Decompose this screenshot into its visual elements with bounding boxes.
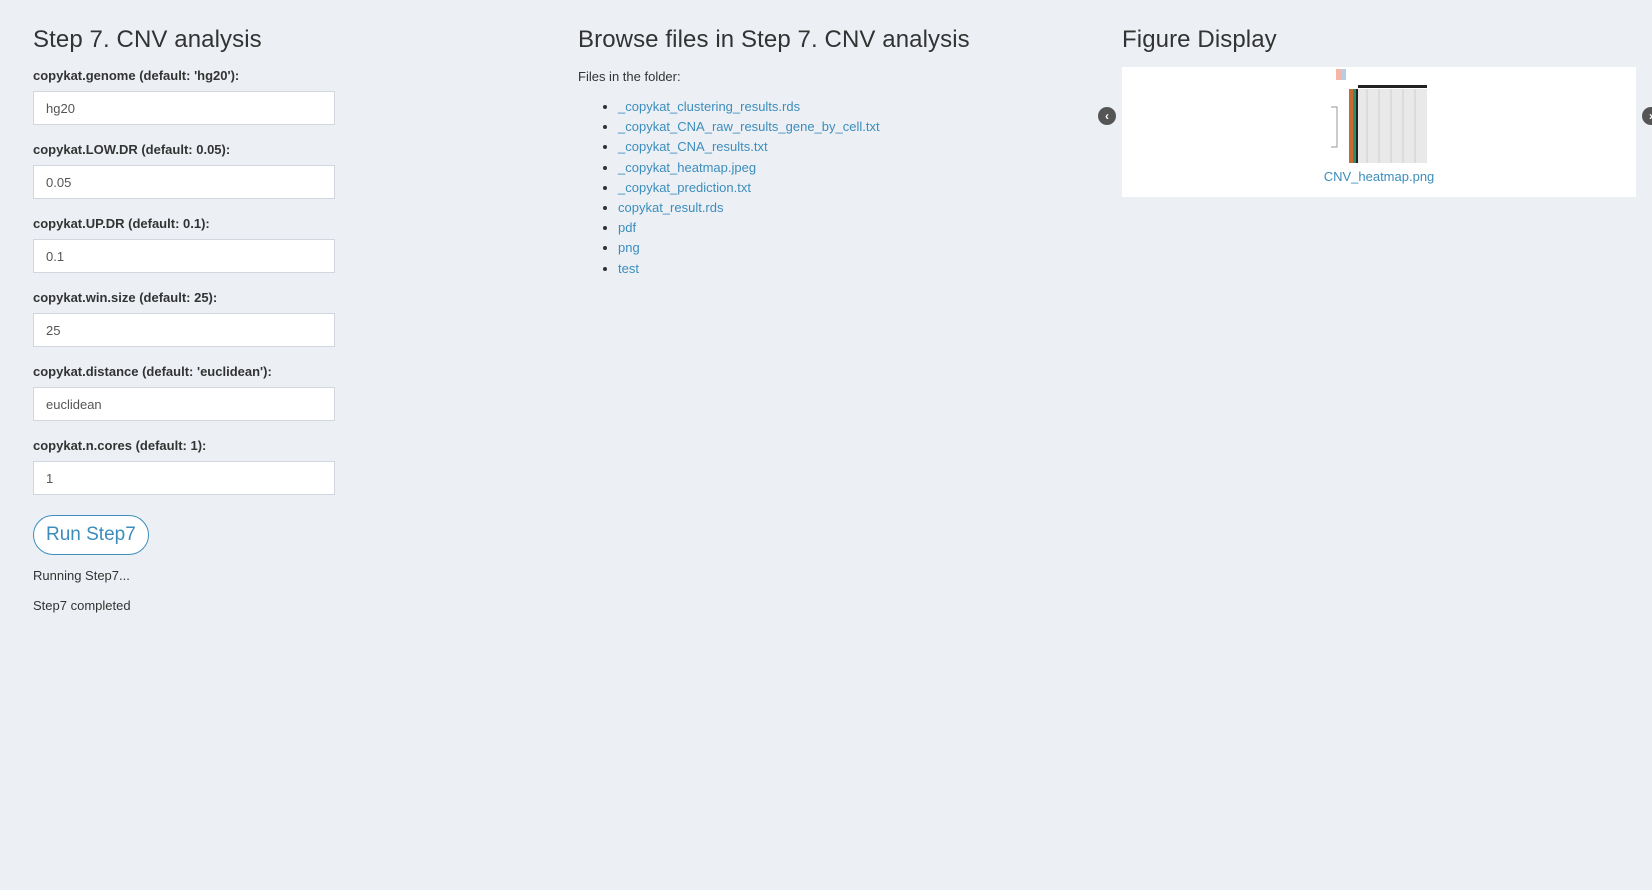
status-running-text: Running Step7... <box>33 568 130 583</box>
folder-link[interactable]: pdf <box>618 220 636 235</box>
low-dr-input[interactable] <box>33 165 335 199</box>
figure-carousel: CNV_heatmap.png <box>1122 67 1636 197</box>
low-dr-label: copykat.LOW.DR (default: 0.05): <box>33 142 231 157</box>
figure-display-title: Figure Display <box>1122 26 1277 53</box>
list-item: copykat_result.rds <box>618 198 880 218</box>
list-item: _copykat_clustering_results.rds <box>618 97 880 117</box>
genome-label: copykat.genome (default: 'hg20'): <box>33 68 240 83</box>
n-cores-input[interactable] <box>33 461 335 495</box>
distance-label: copykat.distance (default: 'euclidean'): <box>33 364 272 379</box>
file-link[interactable]: _copykat_CNA_results.txt <box>618 139 768 154</box>
file-link[interactable]: _copykat_heatmap.jpeg <box>618 160 756 175</box>
list-item: _copykat_CNA_raw_results_gene_by_cell.tx… <box>618 117 880 137</box>
file-list: _copykat_clustering_results.rds _copykat… <box>578 97 880 279</box>
distance-input[interactable] <box>33 387 335 421</box>
win-size-input[interactable] <box>33 313 335 347</box>
folder-link[interactable]: png <box>618 240 640 255</box>
win-size-label: copykat.win.size (default: 25): <box>33 290 218 305</box>
folder-link[interactable]: test <box>618 261 639 276</box>
list-item: test <box>618 259 880 279</box>
file-link[interactable]: copykat_result.rds <box>618 200 724 215</box>
figure-caption-link[interactable]: CNV_heatmap.png <box>1122 169 1636 184</box>
list-item: _copykat_prediction.txt <box>618 178 880 198</box>
n-cores-label: copykat.n.cores (default: 1): <box>33 438 207 453</box>
list-item: pdf <box>618 218 880 238</box>
chevron-right-circle-icon[interactable]: › <box>1642 107 1652 125</box>
chevron-left-circle-icon[interactable]: ‹ <box>1098 107 1116 125</box>
list-item: _copykat_heatmap.jpeg <box>618 158 880 178</box>
file-link[interactable]: _copykat_clustering_results.rds <box>618 99 800 114</box>
files-caption: Files in the folder: <box>578 69 681 84</box>
up-dr-label: copykat.UP.DR (default: 0.1): <box>33 216 210 231</box>
heatmap-thumbnail[interactable] <box>1327 67 1427 163</box>
file-link[interactable]: _copykat_CNA_raw_results_gene_by_cell.tx… <box>618 119 880 134</box>
list-item: png <box>618 238 880 258</box>
genome-input[interactable] <box>33 91 335 125</box>
status-completed-text: Step7 completed <box>33 598 131 613</box>
list-item: _copykat_CNA_results.txt <box>618 137 880 157</box>
run-step7-button[interactable]: Run Step7 <box>33 515 149 555</box>
browse-title: Browse files in Step 7. CNV analysis <box>578 26 970 53</box>
file-link[interactable]: _copykat_prediction.txt <box>618 180 751 195</box>
up-dr-input[interactable] <box>33 239 335 273</box>
step-title: Step 7. CNV analysis <box>33 26 262 53</box>
